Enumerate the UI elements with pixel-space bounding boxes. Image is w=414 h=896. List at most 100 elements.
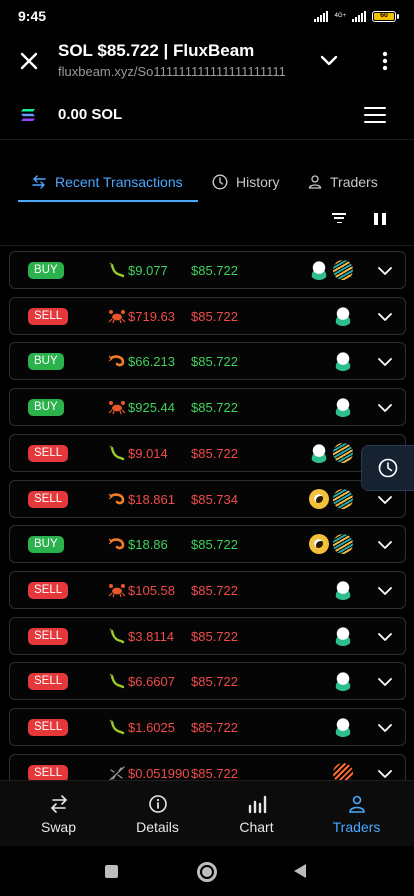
dex-icons xyxy=(333,579,353,600)
page-url: fluxbeam.xyz/So111111111111111111111 xyxy=(58,64,286,79)
transaction-list: BUY $9.077 $85.722 SELL $719.63 $85.722 BUY $66… xyxy=(0,245,414,780)
crab-icon xyxy=(108,307,126,325)
dex-icons xyxy=(333,762,353,780)
chevron-down-icon[interactable] xyxy=(377,263,393,279)
transaction-row[interactable]: BUY $18.86 $85.722 xyxy=(9,525,406,564)
sell-badge: SELL xyxy=(28,764,69,780)
orca-dex-icon xyxy=(309,534,329,555)
nav-label: Details xyxy=(136,819,179,835)
chevron-down-icon[interactable] xyxy=(377,583,393,599)
transaction-row[interactable]: BUY $66.213 $85.722 xyxy=(9,342,406,381)
nav-chart[interactable]: Chart xyxy=(205,781,308,847)
home-button[interactable] xyxy=(197,862,217,882)
more-options-button[interactable] xyxy=(372,46,398,76)
info-icon xyxy=(148,795,167,813)
transaction-row[interactable]: SELL $3.8114 $85.722 xyxy=(9,616,406,655)
dex-icons xyxy=(333,717,353,737)
menu-button[interactable] xyxy=(364,104,386,126)
pump-dex-icon xyxy=(309,260,329,280)
token-price: $85.722 xyxy=(191,263,238,278)
nav-details[interactable]: Details xyxy=(106,781,209,847)
nav-traders[interactable]: Traders xyxy=(305,781,408,847)
buy-badge: BUY xyxy=(28,536,64,554)
battery-level: 60 xyxy=(374,12,394,20)
nav-swap[interactable]: Swap xyxy=(7,781,110,847)
clock-icon xyxy=(212,174,228,190)
tab-history[interactable]: History xyxy=(212,160,280,204)
recent-apps-button[interactable] xyxy=(105,865,118,878)
usd-amount: $66.213 xyxy=(128,354,175,370)
meteora-dex-icon xyxy=(333,442,353,463)
usd-amount: $6.6607 xyxy=(128,674,175,690)
chevron-down-icon[interactable] xyxy=(377,674,393,690)
transaction-row[interactable]: BUY $925.44 $85.722 xyxy=(9,388,406,427)
expand-button[interactable] xyxy=(314,46,344,76)
sell-badge: SELL xyxy=(28,490,69,508)
pump-dex-icon xyxy=(333,625,353,646)
pump-dex-icon xyxy=(333,717,353,737)
chevron-down-icon[interactable] xyxy=(377,354,393,370)
transaction-row[interactable]: SELL $719.63 $85.722 xyxy=(9,296,406,335)
shrimp-plant-icon xyxy=(108,444,126,462)
chevron-down-icon[interactable] xyxy=(377,400,393,416)
chevron-down-icon xyxy=(320,55,338,66)
history-float-button[interactable] xyxy=(361,445,414,491)
tab-traders[interactable]: Traders xyxy=(308,160,378,204)
tab-label: Traders xyxy=(330,174,378,190)
dex-icons xyxy=(309,442,353,463)
solana-logo-icon xyxy=(21,109,35,121)
shrimp-icon xyxy=(108,352,126,370)
tab-recent-transactions[interactable]: Recent Transactions xyxy=(31,160,183,204)
nav-label: Traders xyxy=(332,819,381,835)
transaction-row[interactable]: SELL $0.051990 $85.722 xyxy=(9,753,406,780)
chevron-down-icon[interactable] xyxy=(377,492,393,508)
network-type: 4G+ xyxy=(334,13,346,19)
dex-icons xyxy=(333,625,353,646)
filter-button[interactable] xyxy=(330,210,348,226)
chevron-down-icon[interactable] xyxy=(377,720,393,736)
usd-amount: $105.58 xyxy=(128,582,175,598)
usd-amount: $18.86 xyxy=(128,537,168,553)
meteora-dex-icon xyxy=(333,260,353,280)
meteora-dex-icon xyxy=(333,488,353,509)
close-button[interactable] xyxy=(14,46,44,76)
filter-icon xyxy=(332,213,346,215)
status-bar: 9:45 4G+ 60 xyxy=(0,0,414,32)
transaction-row[interactable]: BUY $9.077 $85.722 xyxy=(9,251,406,289)
back-button[interactable] xyxy=(294,864,306,878)
signal-icon-2 xyxy=(352,10,366,22)
crab-icon xyxy=(108,398,126,416)
chevron-down-icon[interactable] xyxy=(377,766,393,780)
pause-icon xyxy=(374,213,378,225)
mosquito-icon xyxy=(108,764,126,780)
nav-label: Chart xyxy=(239,819,274,835)
tab-bar: Recent Transactions History Traders xyxy=(0,160,414,204)
chevron-down-icon[interactable] xyxy=(377,537,393,553)
chevron-down-icon[interactable] xyxy=(377,309,393,325)
dex-icons xyxy=(309,260,353,280)
pause-button[interactable] xyxy=(374,213,386,225)
sell-badge: SELL xyxy=(28,581,69,599)
signal-icon xyxy=(314,10,329,22)
token-price: $85.722 xyxy=(191,400,238,416)
usd-amount: $18.861 xyxy=(128,491,175,507)
usd-amount: $1.6025 xyxy=(128,720,175,735)
shrimp-plant-icon xyxy=(108,261,126,279)
dex-icons xyxy=(309,488,353,509)
token-price: $85.722 xyxy=(191,537,238,553)
sell-badge: SELL xyxy=(28,673,69,691)
chevron-down-icon[interactable] xyxy=(377,629,393,645)
token-price: $85.722 xyxy=(191,720,238,735)
token-price: $85.722 xyxy=(191,582,238,598)
transaction-row[interactable]: SELL $105.58 $85.722 xyxy=(9,570,406,609)
transaction-row[interactable]: SELL $9.014 $85.722 xyxy=(9,433,406,472)
sell-badge: SELL xyxy=(28,444,69,462)
transaction-row[interactable]: SELL $18.861 $85.734 xyxy=(9,479,406,518)
sell-badge: SELL xyxy=(28,719,69,736)
transaction-row[interactable]: SELL $6.6607 $85.722 xyxy=(9,662,406,701)
buy-badge: BUY xyxy=(28,399,64,417)
token-price: $85.722 xyxy=(191,445,238,461)
transaction-row[interactable]: SELL $1.6025 $85.722 xyxy=(9,708,406,746)
usd-amount: $0.051990 xyxy=(128,765,190,780)
sell-badge: SELL xyxy=(28,307,69,325)
